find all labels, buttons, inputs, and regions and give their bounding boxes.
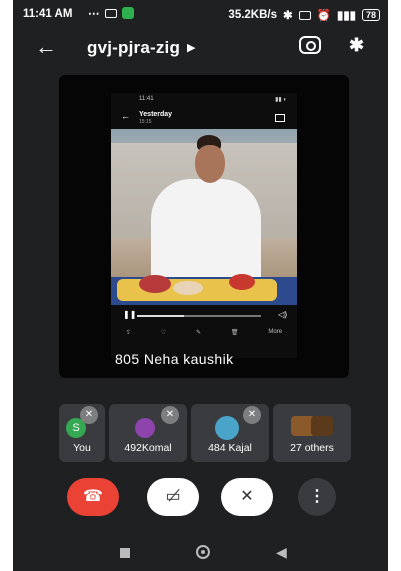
edit-icon: ✎ (196, 330, 202, 336)
status-left-icons: ⋯ (88, 6, 134, 20)
shared-status-icons: ▮▮ ◐ (275, 97, 287, 103)
system-nav-bar: ◀ (13, 540, 388, 571)
delete-icon: 🗑 (230, 330, 239, 336)
app-bar: ← gvj-pjra-zig ▶ ✱ (13, 30, 388, 66)
share-icon: ⇪ (125, 330, 131, 336)
shared-bottom-nav: ⇪ ♡ ✎ 🗑 More (111, 329, 297, 343)
home-icon[interactable] (196, 545, 210, 559)
participant-label: 27 others (290, 442, 334, 454)
bluetooth-icon[interactable]: ✱ (349, 35, 364, 56)
pause-icon: ❚❚ (123, 310, 137, 319)
mic-off-icon: ✕ (161, 406, 179, 424)
heart-icon: ♡ (160, 330, 167, 336)
status-bar: 11:41 AM ⋯ 35.2KB/s ✱ ⏰ ▮▮▮ 78 (13, 0, 388, 28)
video-item (229, 274, 255, 290)
camera-toggle-button[interactable]: ▭̸ (147, 478, 199, 516)
shared-time: 11:41 (139, 96, 154, 102)
shared-subtitle: 15:15 (139, 119, 152, 125)
shared-title: Yesterday (139, 111, 173, 118)
participant-tile-kajal[interactable]: ✕ 484 Kajal (191, 404, 269, 462)
video-person-head (195, 145, 225, 183)
camera-off-icon: ▭̸ (165, 488, 181, 505)
nav-back-icon[interactable]: ◀ (276, 544, 287, 561)
alarm-icon: ⏰ (316, 10, 331, 22)
seek-bar (137, 315, 261, 317)
participant-tile-you[interactable]: S ✕ You (59, 404, 105, 462)
volume-icon: ◁) (278, 310, 287, 319)
shared-screen-icon (275, 114, 285, 122)
message-icon (104, 8, 117, 18)
mic-off-icon: ✕ (80, 406, 98, 424)
network-speed: 35.2KB/s (228, 9, 278, 21)
avatar (311, 416, 333, 436)
more-vert-icon: ⋮ (309, 488, 325, 505)
participant-tile-komal[interactable]: ✕ 492Komal (109, 404, 187, 462)
shared-video (111, 129, 297, 305)
dots-icon: ⋯ (88, 8, 100, 20)
shared-status-bar: 11:41 ▮▮ ◐ (111, 93, 297, 105)
mic-off-icon: ✕ (243, 406, 261, 424)
seek-bar-fill (137, 315, 185, 317)
shared-header: ← Yesterday 15:15 (111, 105, 297, 129)
recents-icon[interactable] (120, 548, 130, 558)
shared-screen: 11:41 ▮▮ ◐ ← Yesterday 15:15 ❚❚ ◁) ⇪ ♡ ✎… (111, 93, 297, 358)
back-arrow-icon[interactable]: ← (35, 34, 57, 60)
phone-screen: 11:41 AM ⋯ 35.2KB/s ✱ ⏰ ▮▮▮ 78 ← gvj-pjr… (13, 0, 388, 571)
status-time: 11:41 AM (23, 8, 73, 20)
toggle-icon (298, 10, 311, 20)
phone-hangup-icon: ☎ (83, 488, 103, 505)
shared-back-icon: ← (121, 111, 130, 121)
mic-off-icon: ✕ (240, 488, 254, 505)
video-player-controls: ❚❚ ◁) (111, 305, 297, 327)
switch-camera-icon[interactable] (299, 36, 321, 54)
shared-more-label: More (268, 329, 283, 335)
participant-tile-others[interactable]: 27 others (273, 404, 351, 462)
signal-icon: ▮▮▮ (336, 10, 356, 22)
video-item (139, 275, 171, 293)
speaker-name: 805 Neha kaushik (115, 351, 234, 367)
video-person-body (151, 179, 261, 289)
meeting-code[interactable]: gvj-pjra-zig (87, 38, 180, 58)
video-item (173, 281, 203, 295)
app-notification-icon (121, 7, 134, 19)
status-right: 35.2KB/s ✱ ⏰ ▮▮▮ 78 (228, 8, 380, 22)
more-options-button[interactable]: ⋮ (298, 478, 336, 516)
avatar (215, 416, 239, 440)
mic-toggle-button[interactable]: ✕ (221, 478, 273, 516)
end-call-button[interactable]: ☎ (67, 478, 119, 516)
participant-strip: S ✕ You ✕ 492Komal ✕ 484 Kajal 27 others (59, 404, 353, 462)
avatar (135, 418, 155, 438)
participant-label: 484 Kajal (208, 442, 252, 454)
battery-indicator: 78 (361, 9, 380, 21)
participant-label: 492Komal (124, 442, 172, 454)
call-controls: ☎ ▭̸ ✕ ⋮ (13, 478, 388, 518)
bluetooth-status-icon: ✱ (283, 10, 293, 22)
caret-right-icon[interactable]: ▶ (187, 41, 195, 54)
main-video-tile[interactable]: 11:41 ▮▮ ◐ ← Yesterday 15:15 ❚❚ ◁) ⇪ ♡ ✎… (59, 75, 349, 378)
participant-label: You (73, 442, 91, 454)
